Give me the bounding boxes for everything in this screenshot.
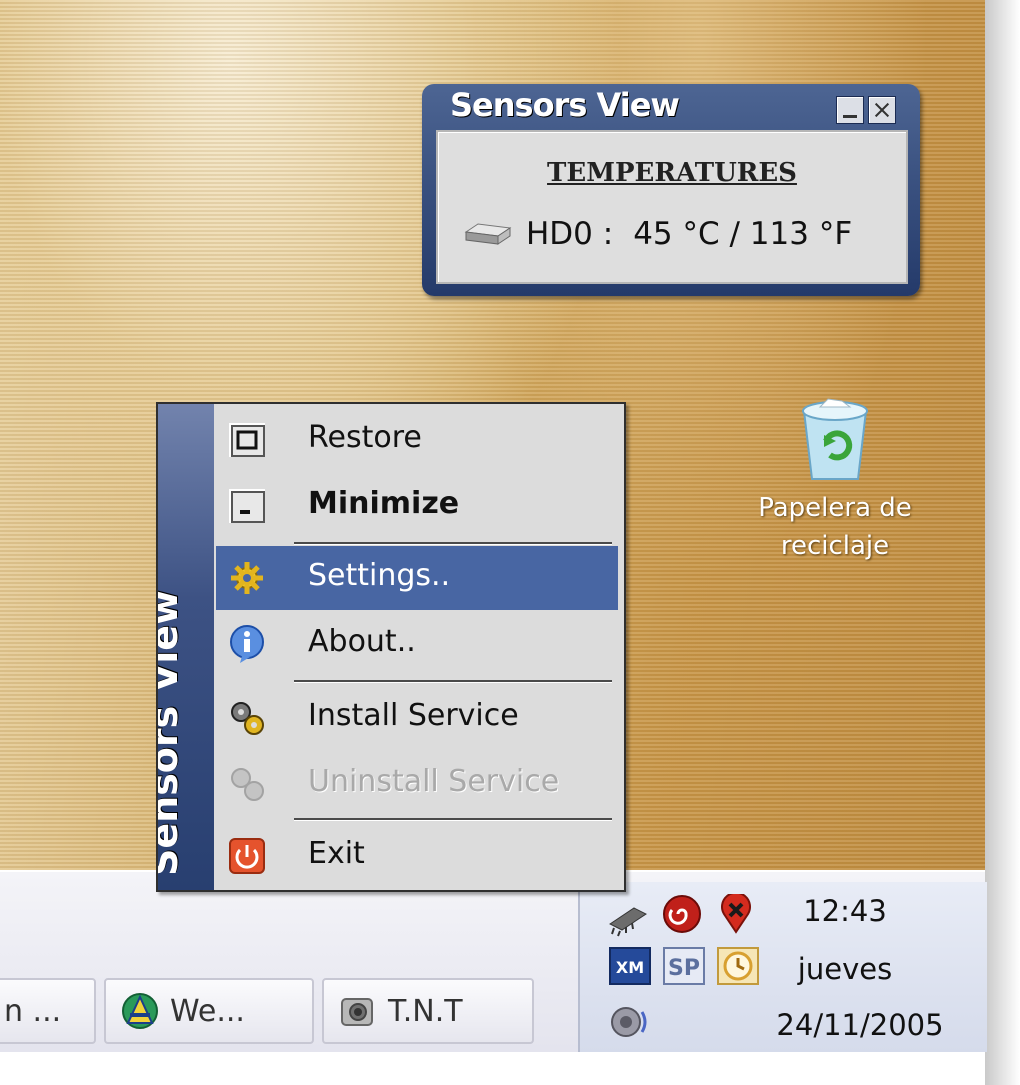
menu-sidebar: Sensors View: [158, 404, 214, 890]
menu-item-label: Restore: [308, 420, 422, 455]
speaker-icon[interactable]: [608, 1002, 652, 1042]
power-icon: [229, 838, 265, 874]
gears-icon: [231, 702, 264, 735]
settings-gear-icon: [231, 562, 263, 594]
clock-day: jueves: [797, 952, 893, 986]
web-app-icon: [122, 993, 158, 1029]
menu-item-label: About..: [308, 624, 416, 659]
taskbar-button-tnt[interactable]: T.N.T: [322, 978, 534, 1044]
menu-item-minimize[interactable]: Minimize: [216, 474, 618, 538]
window-title: Sensors View: [450, 86, 680, 124]
recycle-bin-label-line1: Papelera de: [758, 493, 912, 523]
close-button[interactable]: [868, 96, 896, 124]
svg-text:XM: XM: [616, 958, 644, 977]
menu-item-label: Exit: [308, 836, 365, 871]
taskbar-button-label: We...: [170, 993, 245, 1029]
sp-icon[interactable]: SP: [662, 946, 706, 986]
menu-sidebar-title: Sensors View: [158, 589, 186, 876]
red-pin-icon[interactable]: [714, 894, 758, 934]
taskbar-button-label: n ...: [4, 993, 62, 1029]
sensor-value: 45 °C / 113 °F: [633, 216, 853, 252]
chip-icon[interactable]: [606, 900, 650, 940]
taskbar: n ... We... T.N.T XM SP 12:43 jueves 24/…: [0, 870, 987, 1052]
recycle-bin-icon: [790, 395, 880, 483]
menu-separator: [294, 680, 612, 683]
recycle-bin-label-line2: reciclaje: [780, 531, 890, 561]
menu-item-about[interactable]: About..: [216, 612, 618, 676]
clock-icon[interactable]: [716, 946, 760, 986]
tray-context-menu: Sensors View Restore Minimize Settings..: [156, 402, 626, 892]
gears-disabled-icon: [231, 768, 264, 801]
temperatures-heading: TEMPERATURES: [547, 158, 797, 188]
minimize-window-icon: [229, 489, 265, 523]
recycle-bin[interactable]: Papelera de reciclaje: [745, 395, 925, 565]
menu-item-uninstall-service: Uninstall Service: [216, 752, 618, 816]
red-spiral-icon[interactable]: [660, 894, 704, 934]
svg-text:SP: SP: [668, 956, 700, 981]
screenshot-edge: [985, 0, 1020, 1085]
sensor-label: HD0 :: [526, 216, 614, 252]
menu-item-label: Settings..: [308, 558, 451, 593]
menu-item-label: Minimize: [308, 486, 460, 521]
sensors-view-window[interactable]: Sensors View TEMPERATURES HD0 : 45 °C / …: [422, 84, 920, 296]
temperature-row-hd0: HD0 : 45 °C / 113 °F: [464, 216, 852, 252]
info-icon: [230, 625, 264, 663]
menu-separator: [294, 542, 612, 545]
menu-item-label: Uninstall Service: [308, 764, 560, 799]
taskbar-button-label: T.N.T: [388, 993, 463, 1029]
taskbar-button-web[interactable]: We...: [104, 978, 314, 1044]
menu-item-label: Install Service: [308, 698, 519, 733]
menu-item-install-service[interactable]: Install Service: [216, 686, 618, 750]
camera-icon: [341, 998, 373, 1026]
clock-date: 24/11/2005: [776, 1008, 944, 1042]
menu-item-settings[interactable]: Settings..: [216, 546, 618, 610]
taskbar-button-1[interactable]: n ...: [0, 978, 96, 1044]
system-tray: XM SP 12:43 jueves 24/11/2005: [578, 882, 987, 1052]
menu-item-exit[interactable]: Exit: [216, 824, 618, 888]
restore-window-icon: [229, 423, 265, 457]
menu-item-restore[interactable]: Restore: [216, 408, 618, 472]
clock-time[interactable]: 12:43: [770, 894, 920, 928]
window-body: TEMPERATURES HD0 : 45 °C / 113 °F: [436, 130, 908, 284]
minimize-button[interactable]: [836, 96, 864, 124]
xm-icon[interactable]: XM: [608, 946, 652, 986]
menu-separator: [294, 818, 612, 821]
hard-drive-icon: [464, 223, 512, 245]
